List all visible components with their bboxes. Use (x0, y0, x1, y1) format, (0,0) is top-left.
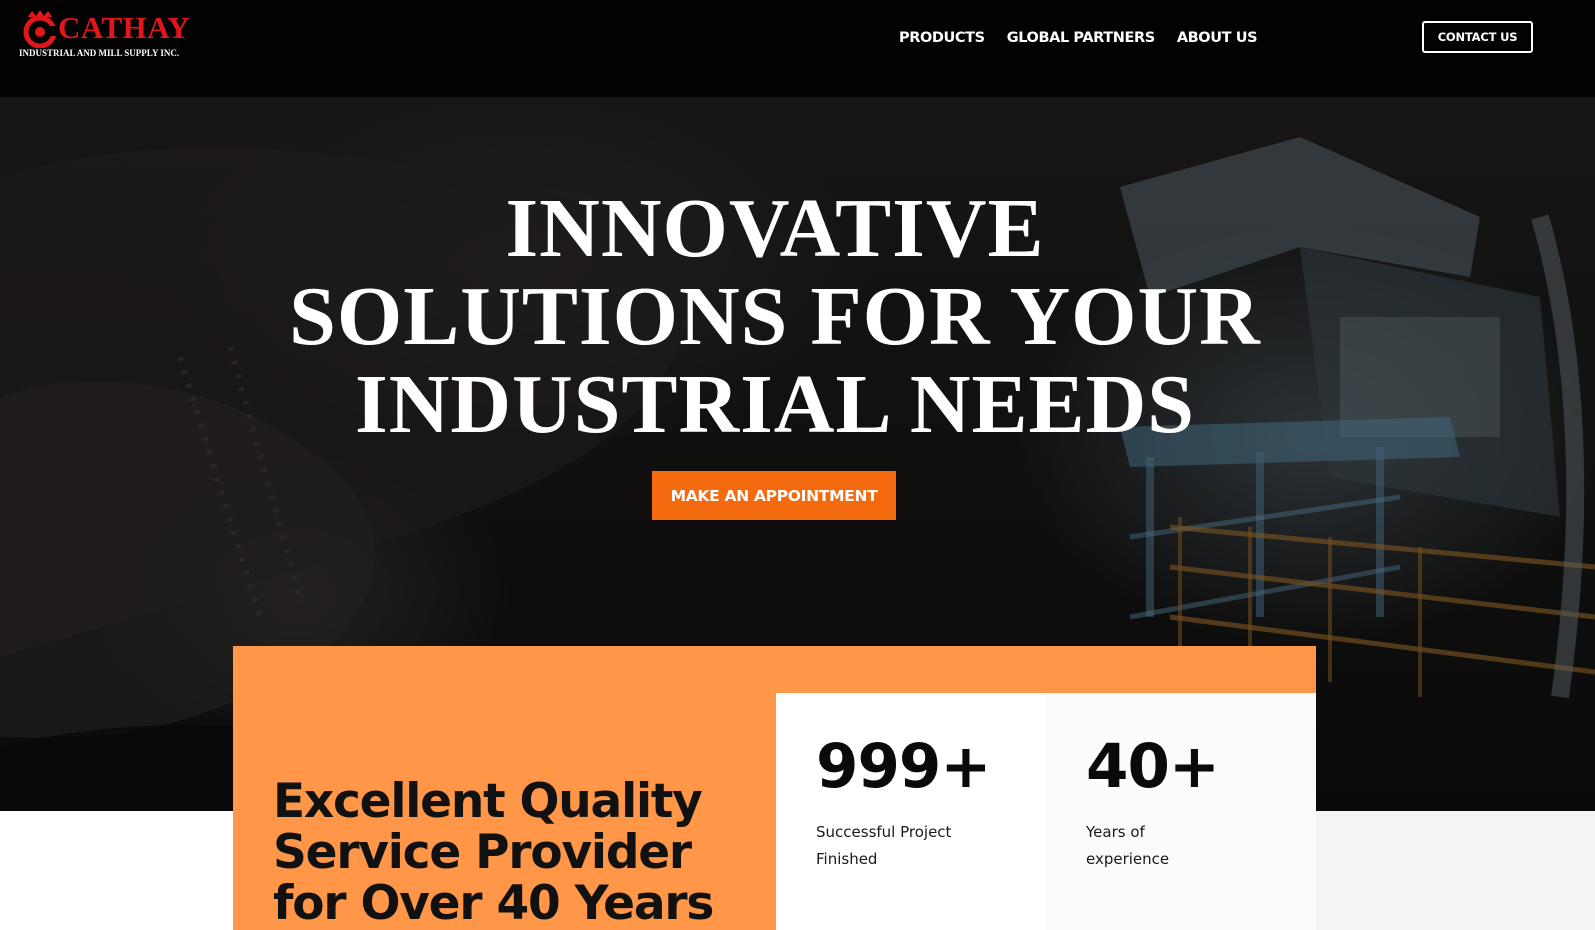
brand-tagline: INDUSTRIAL AND MILL SUPPLY INC. (19, 48, 180, 58)
stat-label-line: Years of (1086, 823, 1145, 841)
quality-heading-line: for Over 40 Years (273, 876, 714, 930)
stat-label-line: Successful Project (816, 823, 952, 841)
quality-panel: Excellent Quality Service Provider for O… (233, 646, 1316, 930)
stat-card-projects: 999+ Successful Project Finished (776, 693, 1046, 930)
nav-item-products[interactable]: PRODUCTS (899, 29, 985, 47)
quality-heading-line: Excellent Quality (273, 774, 703, 829)
make-appointment-button[interactable]: MAKE AN APPOINTMENT (652, 471, 896, 520)
stat-value: 999+ (816, 731, 991, 802)
cathay-crest-icon (23, 10, 58, 48)
hero-title-line: INNOVATIVE (505, 182, 1045, 275)
stat-label: Successful Project Finished (816, 819, 996, 873)
hero-title-line: SOLUTIONS FOR YOUR (289, 270, 1261, 363)
stat-label-line: Finished (816, 850, 878, 868)
stat-label-line: experience (1086, 850, 1170, 868)
stat-card-experience: 40+ Years of experience (1046, 693, 1316, 930)
stat-label: Years of experience (1086, 819, 1266, 873)
quality-heading-line: Service Provider (273, 825, 692, 880)
site-header: CATHAY INDUSTRIAL AND MILL SUPPLY INC. P… (0, 0, 1595, 97)
hero-title: INNOVATIVE SOLUTIONS FOR YOUR INDUSTRIAL… (0, 185, 1550, 449)
contact-us-button[interactable]: CONTACT US (1422, 21, 1533, 53)
main-nav: PRODUCTS GLOBAL PARTNERS ABOUT US (899, 29, 1258, 47)
band-background (1316, 811, 1595, 930)
brand-logo[interactable]: CATHAY INDUSTRIAL AND MILL SUPPLY INC. (18, 6, 198, 58)
quality-heading: Excellent Quality Service Provider for O… (273, 776, 773, 929)
nav-item-about-us[interactable]: ABOUT US (1177, 29, 1258, 47)
nav-item-global-partners[interactable]: GLOBAL PARTNERS (1007, 29, 1155, 47)
stat-value: 40+ (1086, 731, 1220, 802)
brand-name: CATHAY (58, 10, 191, 45)
hero-title-line: INDUSTRIAL NEEDS (355, 358, 1195, 451)
